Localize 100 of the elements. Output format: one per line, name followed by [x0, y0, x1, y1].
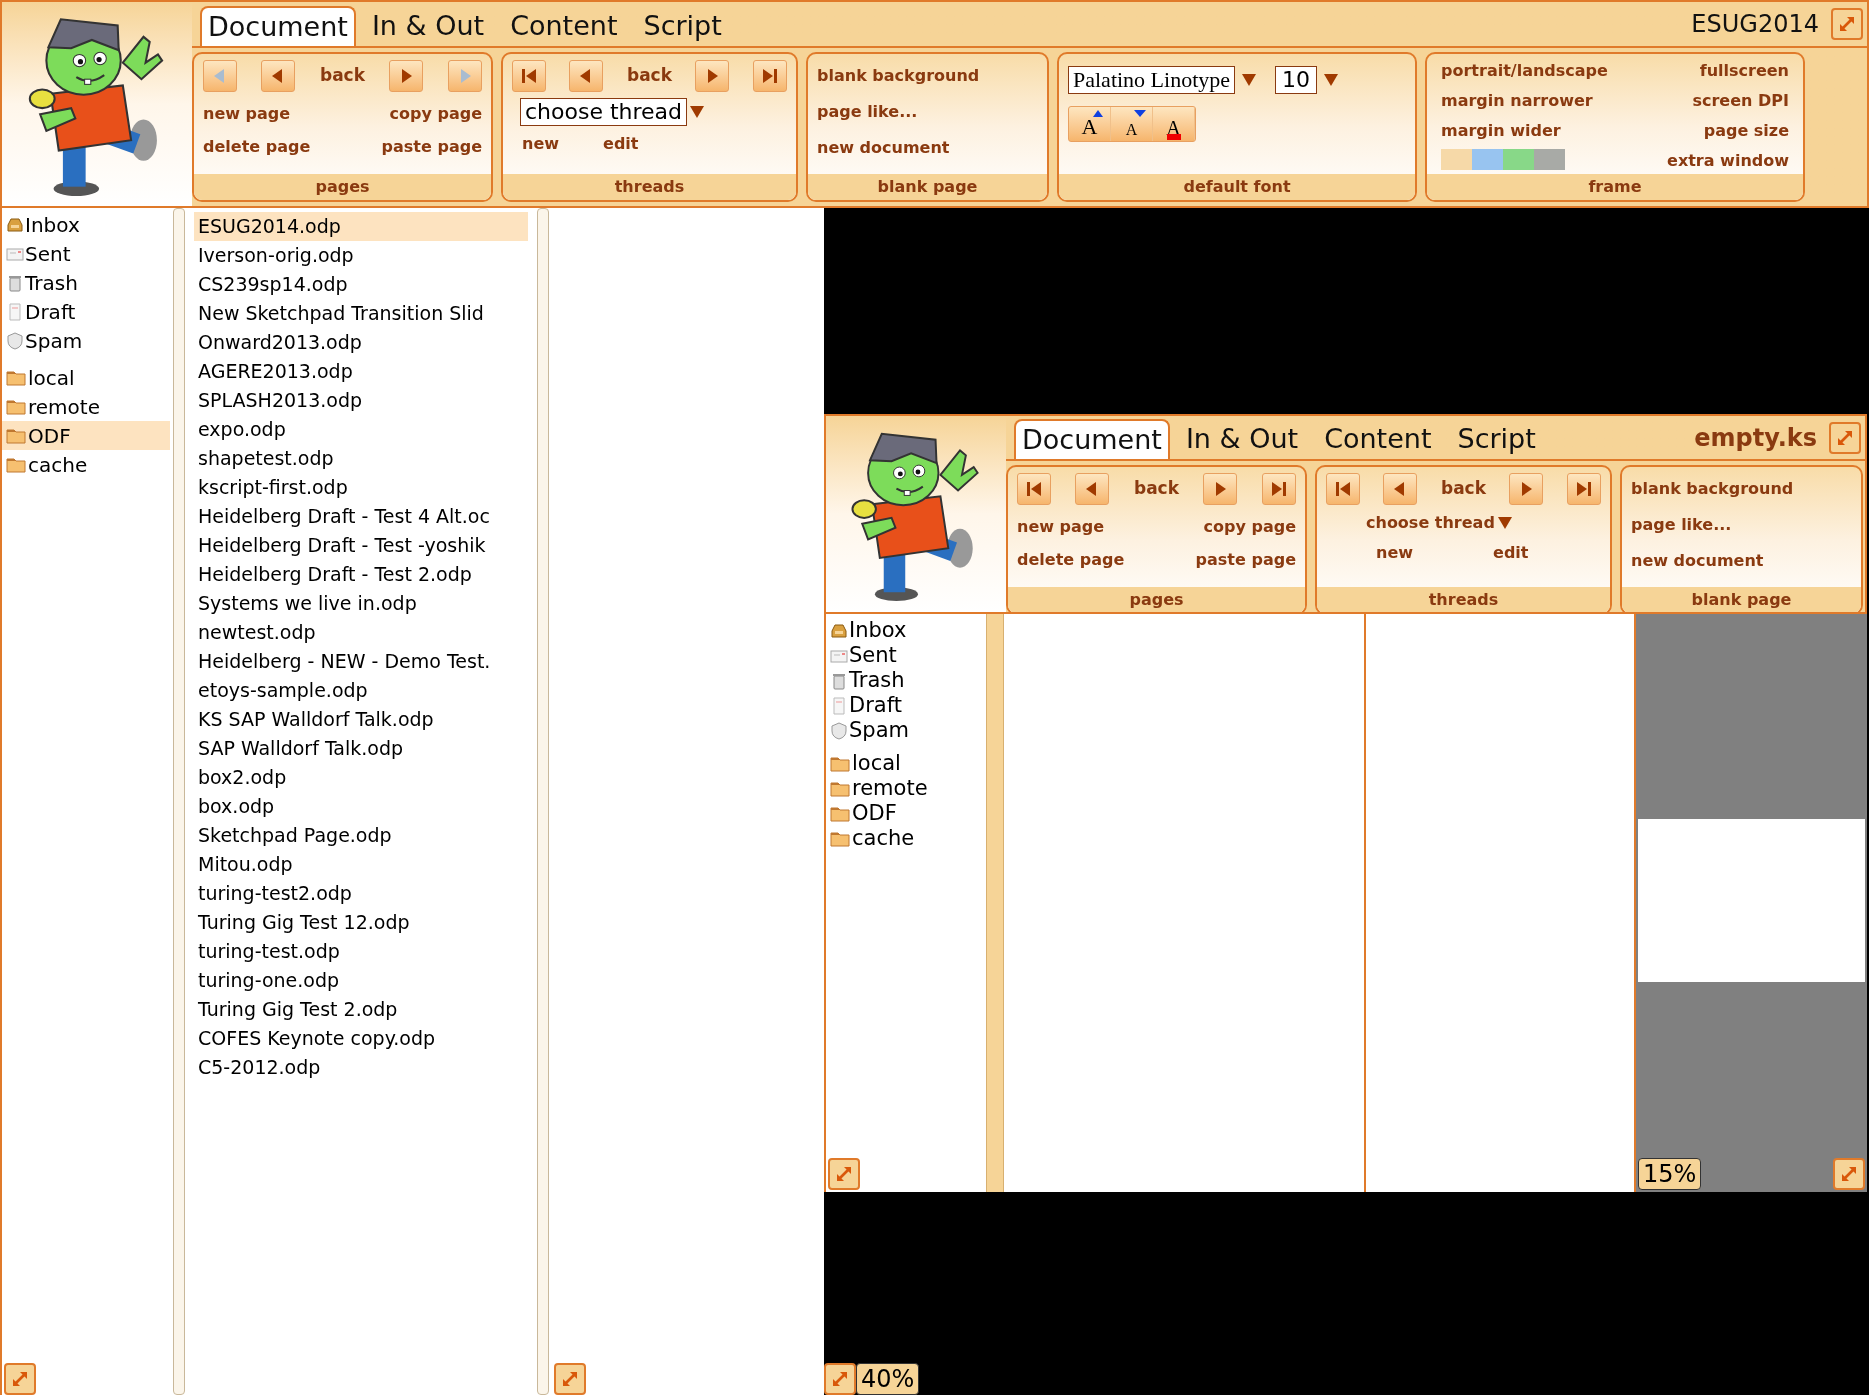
color-swatch[interactable] — [1534, 149, 1565, 170]
menu-link[interactable]: blank background — [817, 64, 1038, 88]
skip-forward-button[interactable] — [1261, 473, 1296, 506]
menu-link[interactable]: delete page — [1017, 548, 1157, 573]
skip-back-button[interactable] — [512, 60, 546, 92]
file-item[interactable]: expo.odp — [194, 415, 528, 444]
scrollbar[interactable] — [537, 208, 549, 1395]
menu-link[interactable]: page size — [1703, 119, 1789, 143]
menu-link[interactable]: new document — [1631, 549, 1852, 574]
menu-link[interactable]: margin narrower — [1441, 89, 1608, 113]
file-item[interactable]: shapetest.odp — [194, 444, 528, 473]
menu-link[interactable]: copy page — [389, 102, 482, 126]
tab[interactable]: Document — [1014, 419, 1170, 460]
mailbox-item[interactable]: Trash — [2, 268, 170, 297]
mailbox-item[interactable]: Spam — [826, 718, 986, 743]
tab[interactable]: Document — [200, 6, 356, 46]
mailbox-item[interactable]: Draft — [2, 297, 170, 326]
color-swatch[interactable] — [1503, 149, 1534, 170]
menu-link[interactable]: new — [522, 132, 560, 156]
file-item[interactable]: Sketchpad Page.odp — [194, 821, 528, 850]
file-item[interactable]: turing-test.odp — [194, 937, 528, 966]
file-item[interactable]: Iverson-orig.odp — [194, 241, 528, 270]
menu-link[interactable]: new document — [817, 136, 1038, 160]
menu-link[interactable]: fullscreen — [1699, 59, 1789, 83]
tab[interactable]: Script — [633, 6, 732, 46]
folder-item[interactable]: local — [826, 751, 986, 776]
resize-button[interactable] — [824, 1363, 856, 1395]
file-item[interactable]: Turing Gig Test 12.odp — [194, 908, 528, 937]
skip-forward-button[interactable] — [1566, 473, 1601, 506]
scrollbar[interactable] — [986, 614, 1004, 1192]
skip-back-button[interactable] — [1017, 473, 1051, 506]
color-swatch[interactable] — [1472, 149, 1503, 170]
file-item[interactable]: Systems we live in.odp — [194, 589, 528, 618]
folder-item[interactable]: cache — [2, 450, 170, 479]
file-item[interactable]: ESUG2014.odp — [194, 212, 528, 241]
next-button[interactable] — [695, 60, 730, 92]
menu-link[interactable]: new page — [203, 102, 343, 126]
folder-item[interactable]: ODF — [826, 801, 986, 826]
file-item[interactable]: CS239sp14.odp — [194, 270, 528, 299]
menu-link[interactable]: new page — [1017, 515, 1157, 540]
skip-forward-button[interactable] — [752, 60, 787, 92]
menu-link[interactable]: page like... — [817, 100, 1038, 124]
file-item[interactable]: Turing Gig Test 2.odp — [194, 995, 528, 1024]
mailbox-item[interactable]: Sent — [826, 643, 986, 668]
file-item[interactable]: Mitou.odp — [194, 850, 528, 879]
resize-button[interactable] — [554, 1363, 586, 1395]
resize-button[interactable] — [1831, 8, 1863, 40]
next-button[interactable] — [1203, 473, 1238, 506]
file-item[interactable]: kscript-first.odp — [194, 473, 528, 502]
color-swatch[interactable] — [1441, 149, 1472, 170]
file-item[interactable]: COFES Keynote copy.odp — [194, 1024, 528, 1053]
tab[interactable]: In & Out — [1175, 419, 1309, 460]
menu-link[interactable]: edit — [1493, 541, 1529, 566]
file-item[interactable]: etoys-sample.odp — [194, 676, 528, 705]
file-item[interactable]: Onward2013.odp — [194, 328, 528, 357]
decrease-size-button[interactable]: A — [1111, 107, 1153, 141]
tab[interactable]: Content — [1314, 419, 1442, 460]
tab[interactable]: Script — [1447, 419, 1546, 460]
tab[interactable]: In & Out — [361, 6, 495, 46]
file-item[interactable]: Heidelberg Draft - Test 2.odp — [194, 560, 528, 589]
file-item[interactable]: C5-2012.odp — [194, 1053, 528, 1082]
folder-item[interactable]: remote — [2, 392, 170, 421]
next-button[interactable] — [1509, 473, 1544, 506]
menu-link[interactable]: blank background — [1631, 477, 1852, 502]
back-button[interactable]: back — [1133, 476, 1179, 502]
file-item[interactable]: box.odp — [194, 792, 528, 821]
folder-item[interactable]: cache — [826, 826, 986, 851]
scrollbar[interactable] — [173, 208, 185, 1395]
file-item[interactable]: AGERE2013.odp — [194, 357, 528, 386]
previous-button[interactable] — [1075, 473, 1110, 506]
file-item[interactable]: turing-test2.odp — [194, 879, 528, 908]
file-item[interactable]: SPLASH2013.odp — [194, 386, 528, 415]
tab[interactable]: Content — [500, 6, 628, 46]
mailbox-item[interactable]: Draft — [826, 693, 986, 718]
menu-link[interactable]: new — [1376, 541, 1414, 566]
menu-link[interactable]: paste page — [381, 135, 482, 159]
menu-link[interactable]: paste page — [1195, 548, 1296, 573]
menu-link[interactable]: copy page — [1203, 515, 1296, 540]
folder-item[interactable]: local — [2, 363, 170, 392]
back-button[interactable]: back — [626, 63, 672, 89]
mailbox-item[interactable]: Inbox — [2, 210, 170, 239]
mailbox-item[interactable]: Sent — [2, 239, 170, 268]
folder-item[interactable]: ODF — [2, 421, 170, 450]
file-item[interactable]: SAP Walldorf Talk.odp — [194, 734, 528, 763]
file-item[interactable]: KS SAP Walldorf Talk.odp — [194, 705, 528, 734]
previous-button[interactable] — [261, 60, 296, 92]
menu-link[interactable]: page like... — [1631, 513, 1852, 538]
skip-back-button[interactable] — [1326, 473, 1360, 506]
file-item[interactable]: New Sketchpad Transition Slid — [194, 299, 528, 328]
file-item[interactable]: Heidelberg Draft - Test -yoshik — [194, 531, 528, 560]
resize-button[interactable] — [1833, 1158, 1865, 1190]
thread-dropdown[interactable]: choose thread — [520, 98, 688, 126]
back-button[interactable]: back — [1440, 476, 1486, 502]
file-item[interactable]: Heidelberg - NEW - Demo Test. — [194, 647, 528, 676]
menu-link[interactable]: extra window — [1667, 149, 1789, 173]
back-button[interactable]: back — [319, 63, 365, 89]
folder-item[interactable]: remote — [826, 776, 986, 801]
mailbox-item[interactable]: Trash — [826, 668, 986, 693]
resize-button[interactable] — [828, 1158, 860, 1190]
file-item[interactable]: turing-one.odp — [194, 966, 528, 995]
